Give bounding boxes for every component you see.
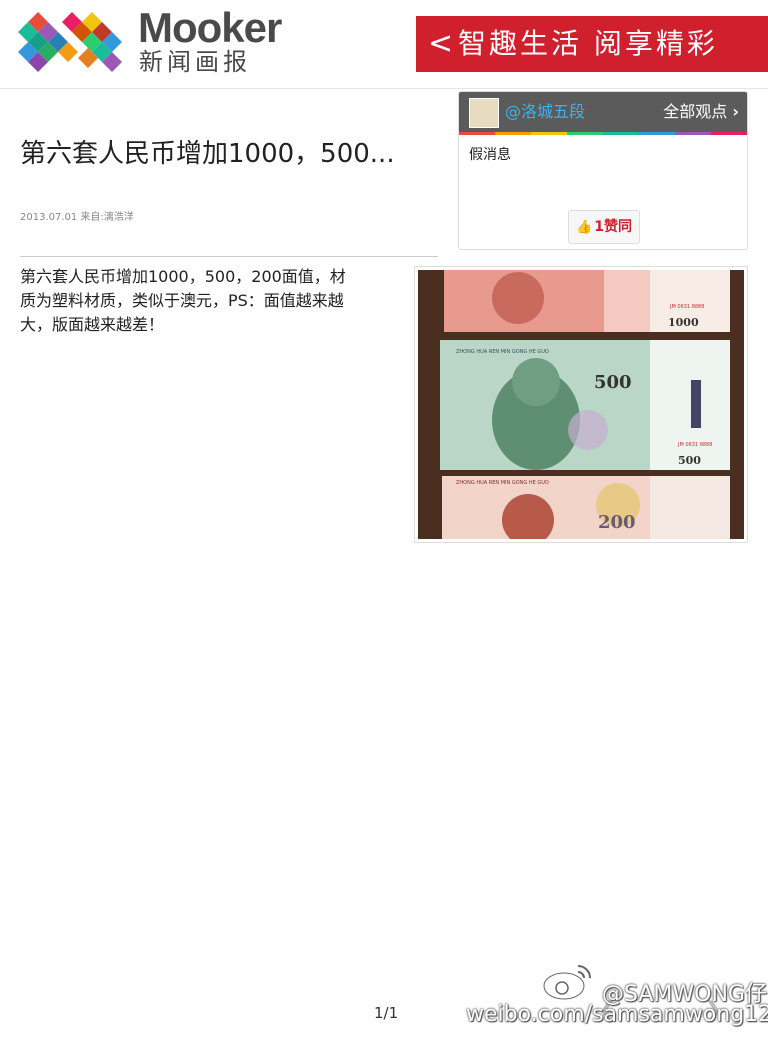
banknote-value: 500: [594, 372, 632, 393]
comment-text: 假消息: [469, 147, 511, 163]
banknote-latin: ZHONG HUA REN MIN GONG HE GUO: [456, 480, 549, 486]
brand-name: Mooker: [138, 4, 282, 51]
weibo-logo-icon: [542, 965, 591, 1001]
mooker-logo-icon: [18, 12, 122, 72]
chevron-right-icon: ›: [732, 102, 739, 121]
article-photo[interactable]: 1000 JM 0631 8888 500 500 ZHONG HUA REN …: [414, 266, 748, 543]
thumbs-up-icon: 👍: [576, 220, 593, 235]
banknotes-photo: 1000 JM 0631 8888 500 500 ZHONG HUA REN …: [418, 270, 744, 539]
chevron-left-icon[interactable]: <: [428, 16, 453, 72]
divider: [20, 256, 438, 257]
banknote-500: 500 500 ZHONG HUA REN MIN GONG HE GUO JM…: [440, 340, 730, 470]
all-views-label: 全部观点: [663, 102, 728, 121]
avatar[interactable]: [469, 98, 499, 128]
banknote-value: 1000: [668, 316, 699, 329]
rainbow-stripe: [459, 132, 747, 135]
watermark-url: weibo.com/samsamwong123: [466, 1002, 768, 1027]
comment-card: @洛城五段 全部观点 › 假消息 👍 1赞同: [458, 91, 748, 250]
app-header: Mooker 新闻画报 < 智趣生活 阅享精彩: [0, 0, 768, 89]
brand-subtitle: 新闻画报: [139, 48, 251, 76]
all-views-link[interactable]: 全部观点 ›: [663, 92, 739, 132]
agree-label: 1赞同: [594, 219, 632, 235]
banknote-serial: JM 0631 8888: [677, 442, 712, 448]
article-meta: 2013.07.01 来自:漓浩洋: [20, 212, 134, 223]
slogan-banner[interactable]: < 智趣生活 阅享精彩: [416, 16, 768, 72]
comment-author[interactable]: @洛城五段: [505, 92, 585, 132]
banknote-value-small: 500: [678, 454, 701, 467]
article-body: 第六套人民币增加1000，500，200面值，材质为塑料材质，类似于澳元，PS：…: [20, 267, 346, 334]
banknote-value: 200: [598, 512, 636, 533]
banknote-latin: ZHONG HUA REN MIN GONG HE GUO: [456, 349, 549, 355]
banknote-200: 200 ZHONG HUA REN MIN GONG HE GUO: [442, 476, 730, 539]
banknote-serial: JM 0631 8888: [669, 304, 704, 310]
banner-slogan: 智趣生活 阅享精彩: [458, 27, 718, 60]
comment-header: @洛城五段 全部观点 ›: [459, 92, 747, 132]
article-title: 第六套人民币增加1000，500...: [20, 139, 395, 169]
agree-button[interactable]: 👍 1赞同: [568, 210, 640, 244]
page-indicator: 1/1: [374, 1004, 399, 1022]
banknote-1000: 1000 JM 0631 8888: [444, 270, 730, 332]
